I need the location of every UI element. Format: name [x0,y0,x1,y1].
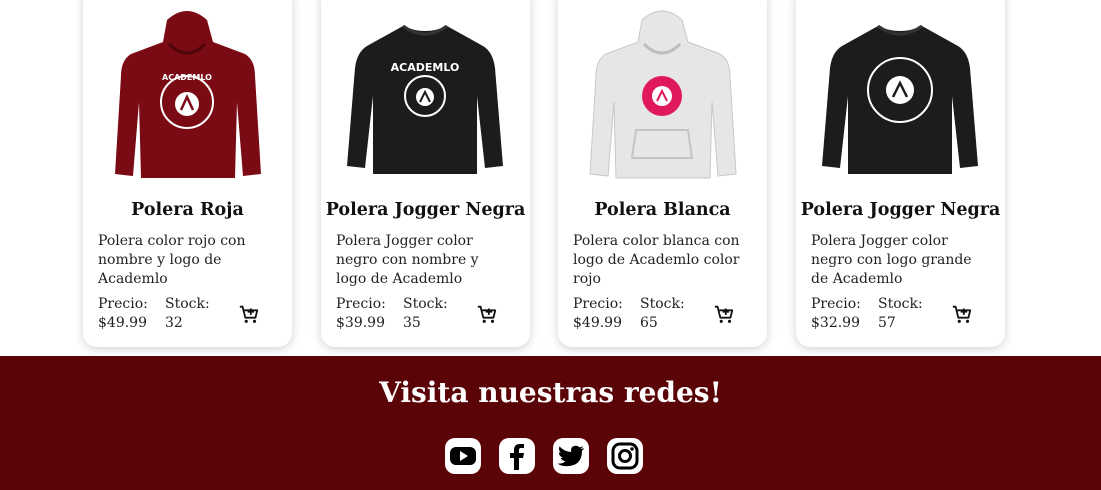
sweatshirt-black-image [822,24,978,174]
product-card: ACADEMLO Polera Roja Polera color rojo c… [83,0,292,347]
product-card: ACADEMLO Polera Jogger Negra Polera Jogg… [321,0,530,347]
product-stock: Stock: 65 [640,296,685,331]
product-description: Polera color blanca con logo de Academlo… [573,233,740,287]
product-title: Polera Jogger Negra [800,200,1001,220]
product-title: Polera Jogger Negra [325,200,526,220]
product-price: Precio: $49.99 [573,296,623,331]
add-to-cart-icon[interactable] [951,303,973,325]
hoodie-white-image [589,10,737,179]
product-description: Polera Jogger color negro con nombre y l… [336,233,479,287]
product-grid: ACADEMLO Polera Roja Polera color rojo c… [0,0,1101,356]
add-to-cart-icon[interactable] [713,303,735,325]
sweatshirt-black-image: ACADEMLO [347,24,503,174]
product-description: Polera color rojo con nombre y logo de A… [98,233,246,287]
facebook-icon[interactable] [499,438,535,474]
product-price: Precio: $49.99 [98,296,148,331]
hoodie-red-image: ACADEMLO [115,11,261,178]
product-title: Polera Roja [131,200,244,220]
product-title: Polera Blanca [594,200,731,220]
product-stock: Stock: 35 [403,296,448,331]
instagram-icon[interactable] [607,438,643,474]
product-stock: Stock: 32 [165,296,210,331]
add-to-cart-icon[interactable] [476,303,498,325]
svg-text:ACADEMLO: ACADEMLO [162,73,212,82]
twitter-icon[interactable] [553,438,589,474]
youtube-icon[interactable] [445,438,481,474]
svg-text:ACADEMLO: ACADEMLO [391,61,460,74]
product-price: Precio: $32.99 [811,296,861,331]
footer-title: Visita nuestras redes! [379,376,722,409]
add-to-cart-icon[interactable] [238,303,260,325]
product-card: Polera Blanca Polera color blanca con lo… [558,0,767,347]
product-card: Polera Jogger Negra Polera Jogger color … [796,0,1005,347]
footer: Visita nuestras redes! [0,356,1101,490]
product-price: Precio: $39.99 [336,296,386,331]
product-description: Polera Jogger color negro con logo grand… [811,233,972,287]
product-stock: Stock: 57 [878,296,923,331]
